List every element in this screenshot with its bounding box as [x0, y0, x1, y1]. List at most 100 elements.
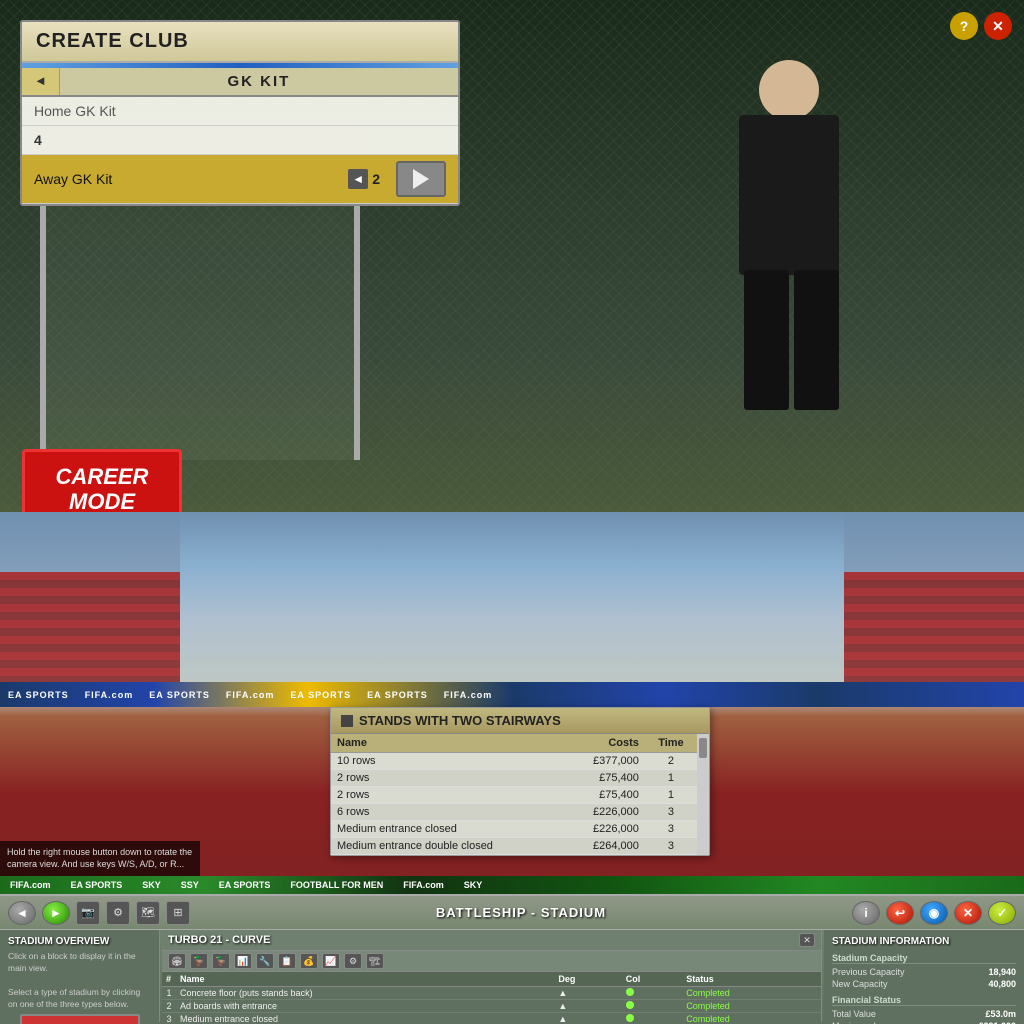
- max-income-row: Maximum Income £291,000: [832, 1020, 1016, 1024]
- stands-row-costs: £75,400: [564, 770, 644, 787]
- stands-row-time: 1: [645, 770, 697, 787]
- new-capacity-label: New Capacity: [832, 979, 888, 989]
- gk-head: [759, 60, 819, 120]
- previous-capacity-value: 18,940: [988, 967, 1016, 977]
- financial-section: Financial Status Total Value £53.0m Maxi…: [832, 995, 1016, 1024]
- turbo-icon-9[interactable]: ⚙: [344, 953, 362, 969]
- nav-info-button[interactable]: i: [852, 901, 880, 925]
- scroll-thumb[interactable]: [699, 738, 707, 758]
- turbo-row-name: Medium entrance closed: [176, 1013, 554, 1023]
- nav-blue-button[interactable]: ◉: [920, 901, 948, 925]
- close-button[interactable]: ✕: [984, 12, 1012, 40]
- col-costs: Costs: [564, 734, 644, 753]
- turbo-row-status: Completed: [682, 1000, 821, 1013]
- home-gk-kit-label: Home GK Kit: [34, 103, 446, 119]
- capacity-section: Stadium Capacity Previous Capacity 18,94…: [832, 953, 1016, 990]
- kit-arrow-button[interactable]: [396, 161, 446, 197]
- seat-block-left: [0, 572, 200, 692]
- badge-text: CAREER MODE INSIDER: [39, 464, 165, 512]
- ticker-6: FOOTBALL FOR MEN: [290, 880, 383, 890]
- home-gk-kit-value: 4: [34, 132, 42, 148]
- nav-camera-icon[interactable]: 📷: [76, 901, 100, 925]
- turbo-icon-1[interactable]: 🏟: [168, 953, 186, 969]
- turbo-table-container: # Name Deg Col Status 1 Concrete floor (…: [162, 972, 821, 1022]
- nav-expand-icon[interactable]: ⊞: [166, 901, 190, 925]
- nav-arrows: ◄ 2: [348, 169, 380, 189]
- help-button[interactable]: ?: [950, 12, 978, 40]
- turbo-col-deg: Deg: [554, 972, 621, 987]
- new-capacity-value: 40,800: [988, 979, 1016, 989]
- new-capacity-row: New Capacity 40,800: [832, 978, 1016, 990]
- bottom-ticker: FIFA.com EA SPORTS SKY SSY EA SPORTS FOO…: [0, 876, 1024, 894]
- turbo-icon-7[interactable]: 💰: [300, 953, 318, 969]
- stands-row-name: Medium entrance closed: [331, 821, 564, 838]
- turbo-row-deg: ▲: [554, 1013, 621, 1023]
- turbo-title: TURBO 21 - CURVE: [168, 934, 793, 946]
- stands-row-name: 6 rows: [331, 804, 564, 821]
- turbo-row-name: Ad boards with entrance: [176, 1000, 554, 1013]
- total-value-value: £53.0m: [985, 1009, 1016, 1019]
- stands-scrollbar[interactable]: [697, 734, 709, 855]
- turbo-icon-6[interactable]: 📋: [278, 953, 296, 969]
- arrow-right-icon: [413, 169, 429, 189]
- turbo-row-num: 2: [162, 1000, 176, 1013]
- career-mode-insider-badge: CAREER MODE INSIDER ★★★★: [22, 449, 182, 512]
- stadium-map[interactable]: [20, 1014, 140, 1024]
- total-value-label: Total Value: [832, 1009, 876, 1019]
- tab-label: GK KIT: [60, 68, 458, 95]
- stands-table-row: 10 rows £377,000 2: [331, 753, 697, 770]
- turbo-row-col: [622, 1000, 683, 1013]
- turbo-icon-5[interactable]: 🔧: [256, 953, 274, 969]
- nav-forward-button[interactable]: ►: [42, 901, 70, 925]
- bottom-half: EA SPORTS FIFA.com EA SPORTS FIFA.com EA…: [0, 512, 1024, 1024]
- nav-back-button[interactable]: ◄: [8, 901, 36, 925]
- turbo-row-status: Completed: [682, 987, 821, 1000]
- stands-table-row: Medium entrance double closed £264,000 3: [331, 838, 697, 855]
- turbo-icon-2[interactable]: 🦆: [190, 953, 208, 969]
- stands-table-row: 2 rows £75,400 1: [331, 787, 697, 804]
- turbo-icon-3[interactable]: 🦆: [212, 953, 230, 969]
- stands-table-row: 2 rows £75,400 1: [331, 770, 697, 787]
- ticker-4: SSY: [181, 880, 199, 890]
- turbo-icon-10[interactable]: 🏗: [366, 953, 384, 969]
- nav-ok-button[interactable]: ✓: [988, 901, 1016, 925]
- stands-title: STANDS WITH TWO STAIRWAYS: [331, 708, 709, 734]
- banner-easports3: EA SPORTS: [290, 690, 351, 700]
- stands-row-time: 3: [645, 838, 697, 855]
- stands-table-wrap: Name Costs Time 10 rows £377,000 2 2 row…: [331, 734, 709, 855]
- nav-map-icon[interactable]: 🗺: [136, 901, 160, 925]
- turbo-icon-8[interactable]: 📈: [322, 953, 340, 969]
- turbo-header: TURBO 21 - CURVE ✕: [162, 930, 821, 951]
- col-name: Name: [331, 734, 564, 753]
- turbo-row-col: [622, 1013, 683, 1023]
- nav-left-btn[interactable]: ◄: [348, 169, 368, 189]
- overview-text: Click on a block to display it in the ma…: [8, 951, 151, 1010]
- tab-icon[interactable]: ◄: [22, 68, 60, 95]
- help-text: Hold the right mouse button down to rota…: [0, 841, 200, 876]
- turbo-row-col: [622, 987, 683, 1000]
- stands-row-name: 2 rows: [331, 770, 564, 787]
- col-info: STADIUM INFORMATION Stadium Capacity Pre…: [824, 930, 1024, 1022]
- stands-row-time: 1: [645, 787, 697, 804]
- home-gk-kit-row: Home GK Kit: [22, 97, 458, 126]
- nav-red-button[interactable]: ↩: [886, 901, 914, 925]
- col-time: Time: [645, 734, 697, 753]
- nav-close-button[interactable]: ✕: [954, 901, 982, 925]
- ui-bar: ◄ ► 📷 ⚙ 🗺 ⊞ BATTLESHIP - STADIUM i ↩ ◉ ✕…: [0, 894, 1024, 1024]
- nav-settings-icon[interactable]: ⚙: [106, 901, 130, 925]
- away-gk-kit-row[interactable]: Away GK Kit ◄ 2: [22, 155, 458, 204]
- panel-title: CREATE CLUB: [22, 22, 458, 63]
- stadium-banners: EA SPORTS FIFA.com EA SPORTS FIFA.com EA…: [0, 682, 1024, 707]
- turbo-close-btn[interactable]: ✕: [799, 933, 815, 947]
- stands-row-time: 2: [645, 753, 697, 770]
- turbo-icon-4[interactable]: 📊: [234, 953, 252, 969]
- banner-ea4: EA SPORTS: [367, 690, 428, 700]
- gk-body: [739, 115, 839, 275]
- ticker-7: FIFA.com: [403, 880, 444, 890]
- stands-row-name: 10 rows: [331, 753, 564, 770]
- turbo-icons-row: 🏟 🦆 🦆 📊 🔧 📋 💰 📈 ⚙ 🏗: [162, 951, 821, 972]
- stands-row-costs: £226,000: [564, 804, 644, 821]
- nav-label: BATTLESHIP - STADIUM: [196, 905, 846, 920]
- turbo-table: # Name Deg Col Status 1 Concrete floor (…: [162, 972, 821, 1022]
- ticker-3: SKY: [142, 880, 161, 890]
